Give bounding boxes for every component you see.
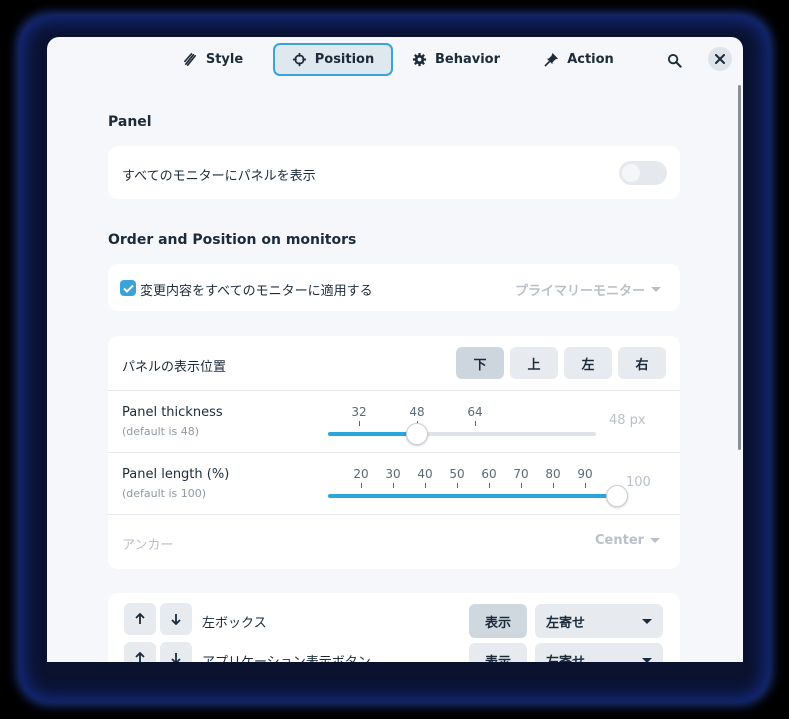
element-label: 左ボックス xyxy=(202,616,267,631)
thickness-thumb[interactable] xyxy=(406,423,428,445)
chevron-down-icon xyxy=(642,657,652,662)
anchor-dropdown[interactable]: Center xyxy=(595,533,661,548)
show-all-monitors-card: すべてのモニターにパネルを表示 xyxy=(108,146,680,199)
length-tick-label: 40 xyxy=(417,467,433,481)
align-select-value: 左寄せ xyxy=(546,615,586,631)
tab-style-label: Style xyxy=(205,52,244,67)
thickness-value: 48 px xyxy=(609,413,646,428)
position-right-button[interactable]: 右 xyxy=(618,347,666,379)
arrow-down-icon xyxy=(171,614,181,625)
tab-action-label: Action xyxy=(567,52,614,67)
panel-section-title: Panel xyxy=(108,114,152,130)
length-tick xyxy=(457,483,458,488)
tab-position[interactable]: Position xyxy=(273,43,393,76)
thickness-tick-label: 32 xyxy=(351,405,367,419)
length-tick-label: 70 xyxy=(513,467,529,481)
checkmark-icon xyxy=(122,284,134,293)
thickness-tick xyxy=(359,421,360,426)
tab-behavior-label: Behavior xyxy=(434,52,501,67)
length-tick xyxy=(585,483,586,488)
position-card: パネルの表示位置 下 上 左 右 Panel thickness (defaul… xyxy=(108,336,680,569)
thickness-label: Panel thickness xyxy=(122,405,223,420)
tab-style[interactable]: Style xyxy=(173,43,253,76)
chevron-down-icon xyxy=(651,287,662,292)
panel-position-label: パネルの表示位置 xyxy=(122,360,227,375)
length-value: 100 xyxy=(626,475,651,490)
monitor-dropdown-value: プライマリーモニター xyxy=(515,284,646,299)
length-tick xyxy=(393,483,394,488)
settings-window: Style Position Behavior Action Panel すべて… xyxy=(47,37,743,662)
align-select[interactable]: 左寄せ xyxy=(535,604,663,638)
thickness-tick xyxy=(475,421,476,426)
pin-icon xyxy=(544,52,559,67)
chevron-down-icon xyxy=(650,538,661,543)
tab-behavior[interactable]: Behavior xyxy=(409,43,503,76)
length-tick xyxy=(553,483,554,488)
monitor-dropdown[interactable]: プライマリーモニター xyxy=(515,280,662,299)
element-label: アプリケーション表示ボタン xyxy=(202,651,371,662)
header-bar: Style Position Behavior Action xyxy=(47,37,743,83)
apply-all-card: 変更内容をすべてのモニターに適用する プライマリーモニター xyxy=(108,264,680,311)
length-tick xyxy=(361,483,362,488)
anchor-label: アンカー xyxy=(122,538,174,553)
move-up-button[interactable] xyxy=(124,642,156,662)
length-default: (default is 100) xyxy=(122,487,207,500)
arrow-up-icon xyxy=(135,652,145,662)
close-button[interactable] xyxy=(708,47,732,71)
length-slider[interactable]: 20 30 40 50 60 70 80 90 xyxy=(328,460,628,520)
anchor-dropdown-value: Center xyxy=(595,533,645,548)
align-select[interactable]: 左寄せ xyxy=(535,643,663,662)
position-left-button[interactable]: 左 xyxy=(564,347,612,379)
arrow-down-icon xyxy=(171,653,181,662)
scrollbar[interactable] xyxy=(738,85,741,450)
move-down-button[interactable] xyxy=(160,603,192,635)
crosshair-icon xyxy=(292,52,306,67)
thickness-tick-label: 64 xyxy=(467,405,483,419)
length-tick-label: 90 xyxy=(577,467,593,481)
divider xyxy=(108,514,680,515)
align-select-value: 左寄せ xyxy=(546,654,586,663)
brush-icon xyxy=(183,53,196,66)
position-bottom-button[interactable]: 下 xyxy=(456,347,504,379)
thickness-fill xyxy=(328,432,417,436)
elements-card: 左ボックス 表示 左寄せ アプリケーション表示ボタン 表示 左寄せ xyxy=(108,593,680,662)
length-fill xyxy=(328,494,617,498)
gear-icon xyxy=(412,52,427,67)
position-top-button[interactable]: 上 xyxy=(510,347,558,379)
show-button[interactable]: 表示 xyxy=(469,643,527,662)
move-down-button[interactable] xyxy=(160,642,192,662)
close-icon xyxy=(715,54,725,64)
length-tick xyxy=(425,483,426,488)
length-tick xyxy=(489,483,490,488)
length-label: Panel length (%) xyxy=(122,467,230,482)
move-up-button[interactable] xyxy=(124,603,156,635)
apply-all-label: 変更内容をすべてのモニターに適用する xyxy=(140,284,373,299)
length-tick-label: 50 xyxy=(449,467,465,481)
show-button[interactable]: 表示 xyxy=(469,604,527,638)
search-button[interactable] xyxy=(664,50,684,70)
length-tick-label: 60 xyxy=(481,467,497,481)
toggle-knob xyxy=(622,164,640,182)
search-icon xyxy=(667,53,682,68)
thickness-tick-label: 48 xyxy=(409,405,425,419)
length-thumb[interactable] xyxy=(606,485,628,507)
show-all-monitors-label: すべてのモニターにパネルを表示 xyxy=(122,169,316,184)
divider xyxy=(108,452,680,453)
tab-position-label: Position xyxy=(314,52,375,67)
apply-all-checkbox[interactable] xyxy=(120,280,136,296)
length-tick xyxy=(521,483,522,488)
length-tick-label: 20 xyxy=(353,467,369,481)
order-section-title: Order and Position on monitors xyxy=(108,232,357,248)
length-tick-label: 80 xyxy=(545,467,561,481)
arrow-up-icon xyxy=(135,613,145,624)
divider xyxy=(108,390,680,391)
show-all-monitors-toggle[interactable] xyxy=(619,161,667,185)
length-tick-label: 30 xyxy=(385,467,401,481)
chevron-down-icon xyxy=(642,618,652,624)
thickness-slider[interactable]: 32 48 64 xyxy=(328,398,596,458)
thickness-default: (default is 48) xyxy=(122,425,200,438)
tab-action[interactable]: Action xyxy=(537,43,621,76)
